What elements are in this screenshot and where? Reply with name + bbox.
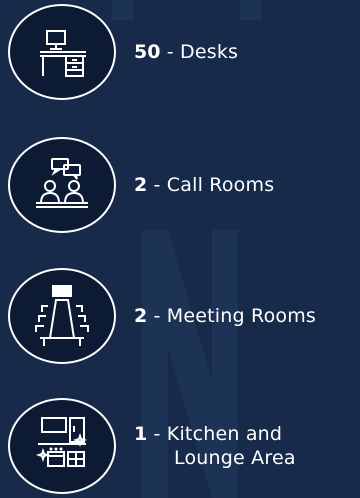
amenity-kitchen-lounge: 1 - Kitchen and Lounge Area (2, 396, 360, 496)
amenity-label: 2 - Meeting Rooms (134, 304, 316, 328)
amenity-name: Call Rooms (166, 174, 275, 196)
amenity-name: Meeting Rooms (166, 305, 317, 327)
amenity-separator: - (147, 174, 167, 196)
amenity-label: 2 - Call Rooms (134, 173, 274, 197)
amenity-label: 50 - Desks (134, 40, 238, 64)
amenity-name: Kitchen and (166, 423, 283, 445)
amenity-meeting-rooms: 2 - Meeting Rooms (2, 266, 360, 366)
amenity-separator: - (147, 423, 167, 445)
meeting-room-icon (8, 268, 116, 364)
amenity-name-line2: Lounge Area (174, 447, 296, 469)
desk-icon-badge (6, 2, 118, 102)
call-room-icon-badge (6, 135, 118, 235)
kitchen-icon-badge (6, 396, 118, 496)
amenity-count: 50 (134, 41, 161, 63)
amenities-panel: 50 - Desks 2 - Call Rooms 2 - Meeting Ro… (0, 0, 360, 498)
desk-icon (8, 4, 116, 100)
amenity-label: 1 - Kitchen and Lounge Area (134, 422, 296, 470)
amenity-count: 2 (134, 305, 148, 327)
call-room-icon (8, 137, 116, 233)
meeting-room-icon-badge (6, 266, 118, 366)
amenity-count: 1 (134, 423, 148, 445)
kitchen-icon (8, 398, 116, 494)
amenity-separator: - (147, 305, 167, 327)
amenity-separator: - (160, 41, 180, 63)
amenity-call-rooms: 2 - Call Rooms (2, 135, 360, 235)
amenity-name: Desks (180, 41, 239, 63)
amenity-count: 2 (134, 174, 148, 196)
amenity-desks: 50 - Desks (2, 2, 360, 102)
